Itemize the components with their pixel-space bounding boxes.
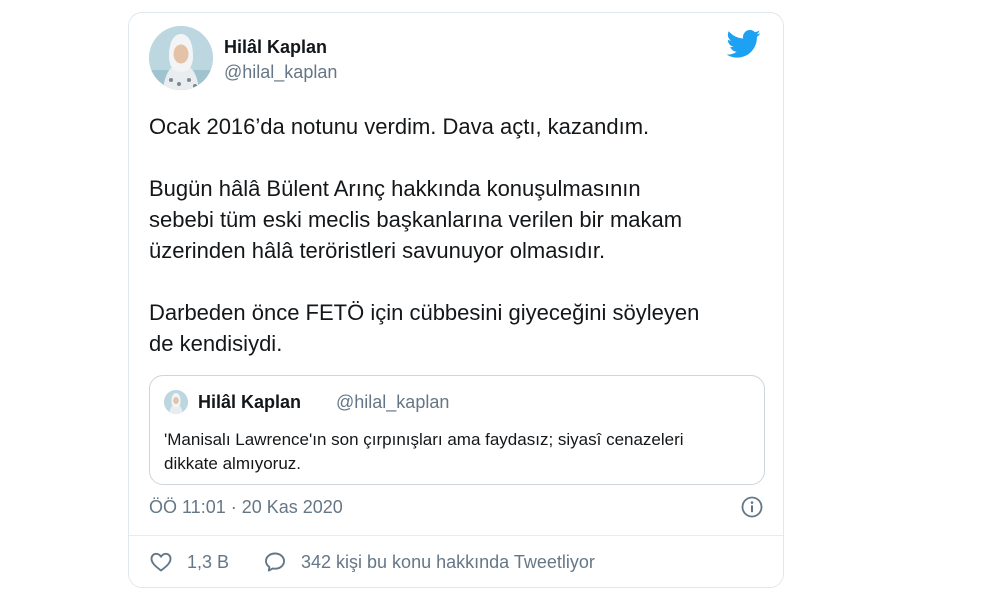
quoted-author-handle: @hilal_kaplan	[336, 392, 450, 412]
info-icon[interactable]	[741, 496, 763, 518]
tweet-card: Hilâl Kaplan @hilal_kaplan Ocak 2016’da …	[128, 12, 784, 588]
tweet-text-line: Bugün hâlâ Bülent Arınç hakkında konuşul…	[149, 176, 641, 201]
reply-count: 342 kişi bu konu hakkında Tweetliyor	[301, 551, 595, 572]
twitter-bird-icon[interactable]	[726, 29, 761, 59]
quoted-author-name: Hilâl Kaplan	[198, 392, 302, 412]
divider	[129, 535, 783, 536]
quoted-avatar	[164, 390, 188, 414]
like-count: 1,3 B	[187, 551, 230, 572]
tweet-text-line: üzerinden hâlâ teröristleri savunuyor ol…	[149, 238, 606, 263]
tweet-timestamp[interactable]: ÖÖ 11:01 · 20 Kas 2020	[149, 497, 343, 518]
avatar-photo	[149, 26, 213, 90]
tweet-text-line: de kendisiydi.	[149, 331, 283, 356]
tweet-text-line: sebebi tüm eski meclis başkanlarına veri…	[149, 207, 683, 232]
heart-icon	[150, 552, 172, 572]
quoted-tweet[interactable]: Hilâl Kaplan @hilal_kaplan 'Manisalı Law…	[149, 375, 765, 485]
tweet-text: Ocak 2016’da notunu verdim. Dava açtı, k…	[149, 111, 769, 359]
quoted-text-line: 'Manisalı Lawrence'ın son çırpınışları a…	[164, 430, 684, 449]
avatar[interactable]	[149, 26, 213, 90]
tweet-text-line: Ocak 2016’da notunu verdim. Dava açtı, k…	[149, 114, 650, 139]
author-name[interactable]: Hilâl Kaplan	[224, 37, 327, 58]
quoted-text-line: dikkate almıyoruz.	[164, 454, 301, 473]
like-button[interactable]: 1,3 B	[149, 550, 229, 574]
author-handle[interactable]: @hilal_kaplan	[224, 62, 337, 83]
quoted-text: 'Manisalı Lawrence'ın son çırpınışları a…	[164, 428, 754, 476]
reply-button[interactable]: 342 kişi bu konu hakkında Tweetliyor	[263, 550, 595, 574]
speech-bubble-icon	[265, 552, 285, 572]
tweet-text-line: Darbeden önce FETÖ için cübbesini giyece…	[149, 300, 700, 325]
